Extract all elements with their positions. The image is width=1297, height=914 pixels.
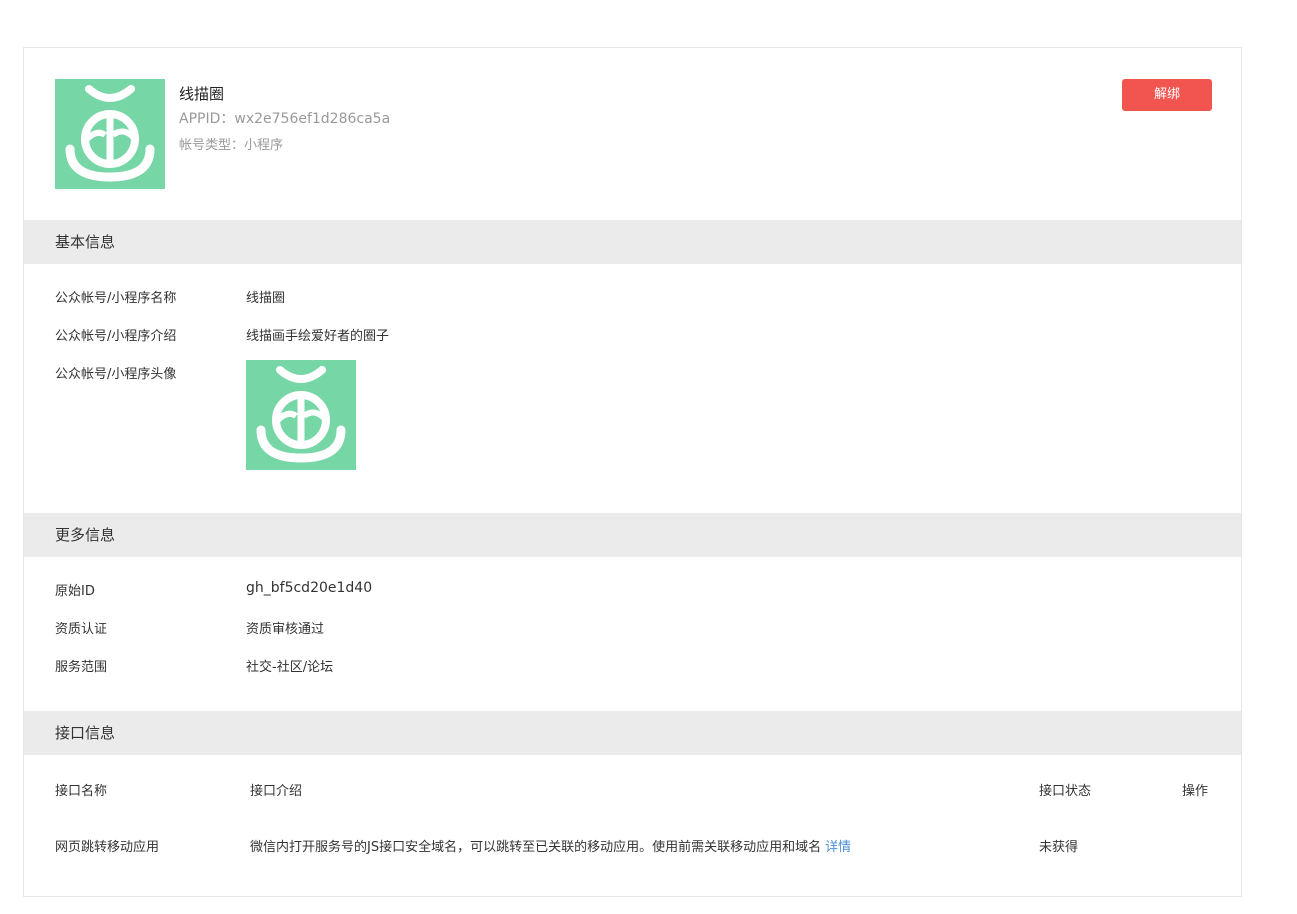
api-description-text: 微信内打开服务号的JS接口安全域名，可以跳转至已关联的移动应用。使用前需关联移动… bbox=[250, 840, 822, 855]
row-value-service-scope: 社交-社区/论坛 bbox=[246, 660, 334, 675]
column-header-api-name: 接口名称 bbox=[55, 784, 108, 799]
account-appid: APPID：wx2e756ef1d286ca5a bbox=[179, 111, 391, 127]
column-header-api-status: 接口状态 bbox=[1039, 784, 1092, 799]
unbind-button[interactable]: 解绑 bbox=[1122, 79, 1212, 111]
row-label-original-id: 原始ID bbox=[55, 584, 95, 599]
api-status-cell: 未获得 bbox=[1039, 840, 1079, 855]
api-name-cell: 网页跳转移动应用 bbox=[55, 840, 160, 855]
row-value-name: 线描圈 bbox=[246, 291, 286, 306]
details-link[interactable]: 详情 bbox=[825, 840, 851, 855]
row-label-avatar: 公众帐号/小程序头像 bbox=[55, 367, 177, 382]
row-value-qualification: 资质审核通过 bbox=[246, 622, 325, 637]
profile-header: 线描圈 APPID：wx2e756ef1d286ca5a 帐号类型：小程序 解绑 bbox=[24, 48, 1241, 220]
row-value-original-id: gh_bf5cd20e1d40 bbox=[246, 580, 373, 596]
account-detail-card: 线描圈 APPID：wx2e756ef1d286ca5a 帐号类型：小程序 解绑… bbox=[23, 47, 1242, 897]
row-value-intro: 线描画手绘爱好者的圈子 bbox=[246, 329, 390, 344]
account-type: 帐号类型：小程序 bbox=[179, 138, 284, 153]
column-header-actions: 操作 bbox=[1182, 784, 1209, 799]
app-logo-icon bbox=[55, 79, 165, 189]
account-name: 线描圈 bbox=[179, 85, 225, 103]
section-more-info: 更多信息 bbox=[24, 513, 1241, 557]
section-basic-info: 基本信息 bbox=[24, 220, 1241, 264]
row-label-qualification: 资质认证 bbox=[55, 622, 108, 637]
row-label-intro: 公众帐号/小程序介绍 bbox=[55, 329, 177, 344]
row-label-name: 公众帐号/小程序名称 bbox=[55, 291, 177, 306]
section-api-info: 接口信息 bbox=[24, 711, 1241, 755]
row-label-service-scope: 服务范围 bbox=[55, 660, 108, 675]
column-header-api-description: 接口介绍 bbox=[250, 784, 303, 799]
app-logo-icon bbox=[246, 360, 356, 470]
api-description-cell: 微信内打开服务号的JS接口安全域名，可以跳转至已关联的移动应用。使用前需关联移动… bbox=[250, 836, 1010, 855]
